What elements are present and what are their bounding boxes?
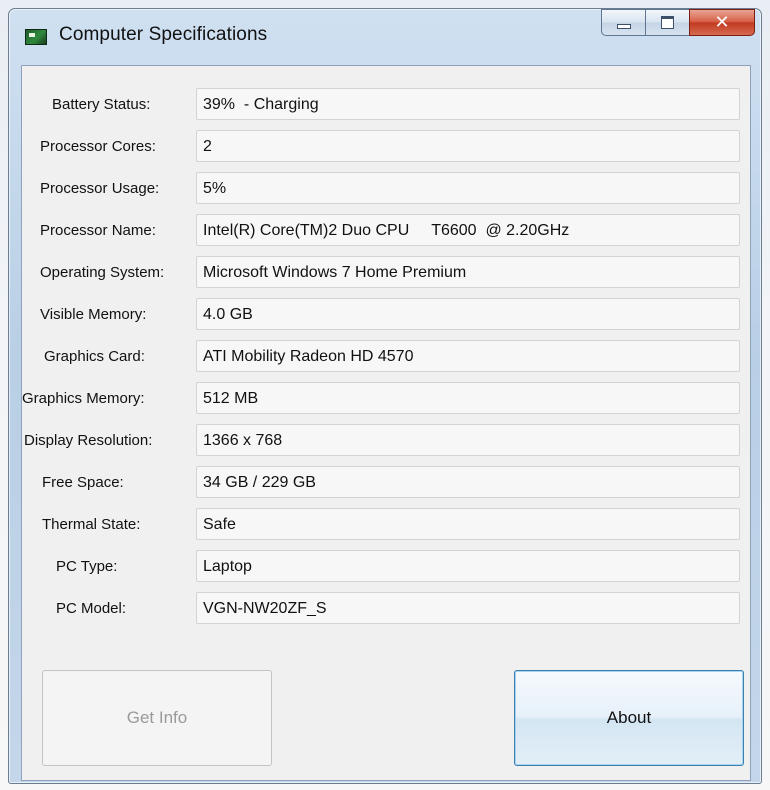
free-space-field[interactable]: 34 GB / 229 GB	[196, 466, 740, 498]
pc-type-label: PC Type:	[56, 558, 118, 575]
pc-model-field[interactable]: VGN-NW20ZF_S	[196, 592, 740, 624]
title-bar[interactable]: Computer Specifications ✕	[9, 9, 761, 63]
row-graphics-card: Graphics Card: ATI Mobility Radeon HD 45…	[22, 340, 752, 373]
row-operating-system: Operating System: Microsoft Windows 7 Ho…	[22, 256, 752, 289]
processor-cores-label: Processor Cores:	[40, 138, 156, 155]
row-free-space: Free Space: 34 GB / 229 GB	[22, 466, 752, 499]
graphics-card-label: Graphics Card:	[44, 348, 145, 365]
pc-model-label: PC Model:	[56, 600, 127, 617]
row-display-resolution: Display Resolution: 1366 x 768	[22, 424, 752, 457]
operating-system-field[interactable]: Microsoft Windows 7 Home Premium	[196, 256, 740, 288]
processor-usage-field[interactable]: 5%	[196, 172, 740, 204]
close-icon: ✕	[714, 12, 730, 32]
row-processor-usage: Processor Usage: 5%	[22, 172, 752, 205]
get-info-button[interactable]: Get Info	[42, 670, 272, 766]
free-space-label: Free Space:	[42, 474, 124, 491]
maximize-button[interactable]	[645, 9, 689, 36]
operating-system-label: Operating System:	[40, 264, 165, 281]
pc-type-field[interactable]: Laptop	[196, 550, 740, 582]
thermal-state-field[interactable]: Safe	[196, 508, 740, 540]
battery-status-label: Battery Status:	[52, 96, 151, 113]
graphics-memory-field[interactable]: 512 MB	[196, 382, 740, 414]
row-battery-status: Battery Status: 39% - Charging	[22, 88, 752, 121]
battery-status-field[interactable]: 39% - Charging	[196, 88, 740, 120]
row-visible-memory: Visible Memory: 4.0 GB	[22, 298, 752, 331]
display-resolution-field[interactable]: 1366 x 768	[196, 424, 740, 456]
processor-cores-field[interactable]: 2	[196, 130, 740, 162]
visible-memory-label: Visible Memory:	[40, 306, 147, 323]
row-processor-name: Processor Name: Intel(R) Core(TM)2 Duo C…	[22, 214, 752, 247]
caption-buttons: ✕	[601, 9, 755, 37]
display-resolution-label: Display Resolution:	[24, 432, 153, 449]
row-processor-cores: Processor Cores: 2	[22, 130, 752, 163]
visible-memory-field[interactable]: 4.0 GB	[196, 298, 740, 330]
maximize-icon	[661, 16, 674, 29]
row-thermal-state: Thermal State: Safe	[22, 508, 752, 541]
row-pc-model: PC Model: VGN-NW20ZF_S	[22, 592, 752, 625]
row-pc-type: PC Type: Laptop	[22, 550, 752, 583]
specs-window: Computer Specifications ✕ Battery Status…	[8, 8, 762, 784]
processor-name-label: Processor Name:	[40, 222, 156, 239]
processor-usage-label: Processor Usage:	[40, 180, 160, 197]
row-graphics-memory: Graphics Memory: 512 MB	[22, 382, 752, 415]
close-button[interactable]: ✕	[689, 9, 755, 36]
app-icon[interactable]	[25, 29, 47, 45]
specs-panel: Battery Status: 39% - Charging Processor…	[21, 65, 751, 781]
graphics-card-field[interactable]: ATI Mobility Radeon HD 4570	[196, 340, 740, 372]
thermal-state-label: Thermal State:	[42, 516, 141, 533]
minimize-icon	[616, 24, 631, 29]
processor-name-field[interactable]: Intel(R) Core(TM)2 Duo CPU T6600 @ 2.20G…	[196, 214, 740, 246]
window-title: Computer Specifications	[59, 24, 268, 45]
graphics-memory-label: Graphics Memory:	[22, 390, 145, 407]
about-button[interactable]: About	[514, 670, 744, 766]
minimize-button[interactable]	[601, 9, 645, 36]
